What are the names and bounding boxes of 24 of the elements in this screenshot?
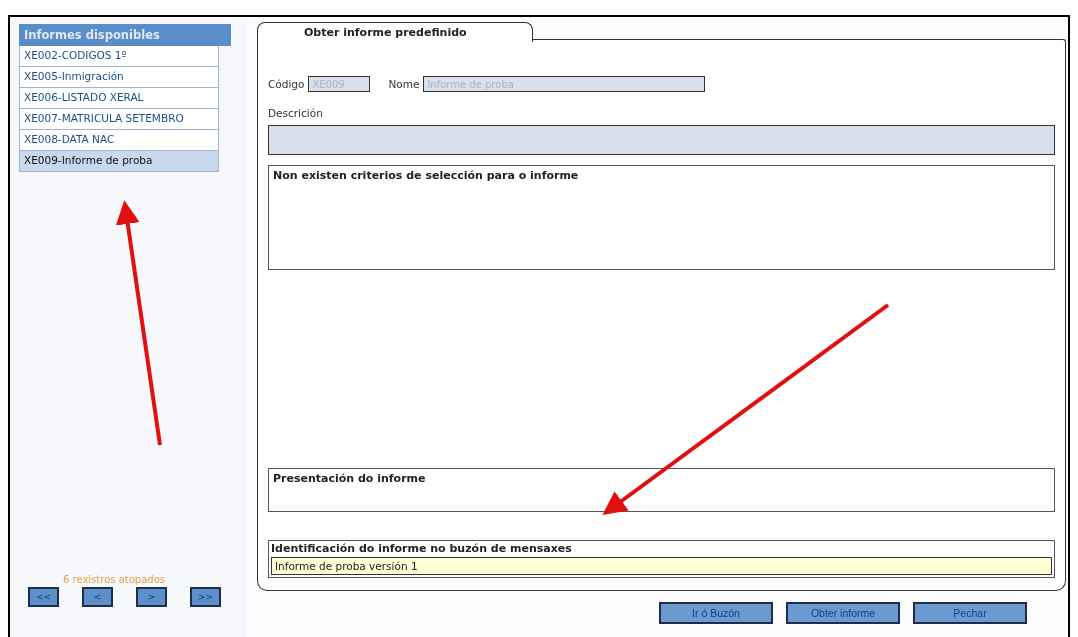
field-label: Código: [268, 78, 305, 90]
report-item[interactable]: XE002-CODIGOS 1º: [19, 46, 219, 67]
pager-button[interactable]: <<: [28, 587, 59, 607]
tab[interactable]: Obter informe predefinido: [257, 22, 533, 42]
section-title: Identificación do informe no buzón de mensaxes: [271, 542, 573, 555]
panel-header: Informes disponibles: [19, 24, 231, 46]
record-count: 6 rexistros atopados: [62, 574, 166, 585]
action-button[interactable]: Obter informe: [786, 602, 900, 624]
identification-field[interactable]: Informe de proba versión 1: [271, 557, 1052, 575]
section-title: Presentación do informe: [273, 472, 427, 485]
report-item[interactable]: XE007-MATRICULA SETEMBRO: [19, 109, 219, 130]
report-item[interactable]: XE009-Informe de proba: [19, 151, 219, 172]
pager-button[interactable]: >>: [190, 587, 221, 607]
section-title: Non existen criterios de selección para o informe: [273, 169, 580, 182]
action-button[interactable]: Ir ó Buzón: [659, 602, 773, 624]
pager-button[interactable]: >: [136, 587, 167, 607]
description-field[interactable]: [268, 125, 1055, 155]
report-item[interactable]: XE005-Inmigración: [19, 67, 219, 88]
field-label: Nome: [388, 78, 420, 90]
field-label: Descrición: [268, 107, 324, 119]
report-item[interactable]: XE006-LISTADO XERAL: [19, 88, 219, 109]
action-button[interactable]: Pechar: [913, 602, 1027, 624]
report-item[interactable]: XE008-DATA NAC: [19, 130, 219, 151]
pager-button[interactable]: <: [82, 587, 113, 607]
